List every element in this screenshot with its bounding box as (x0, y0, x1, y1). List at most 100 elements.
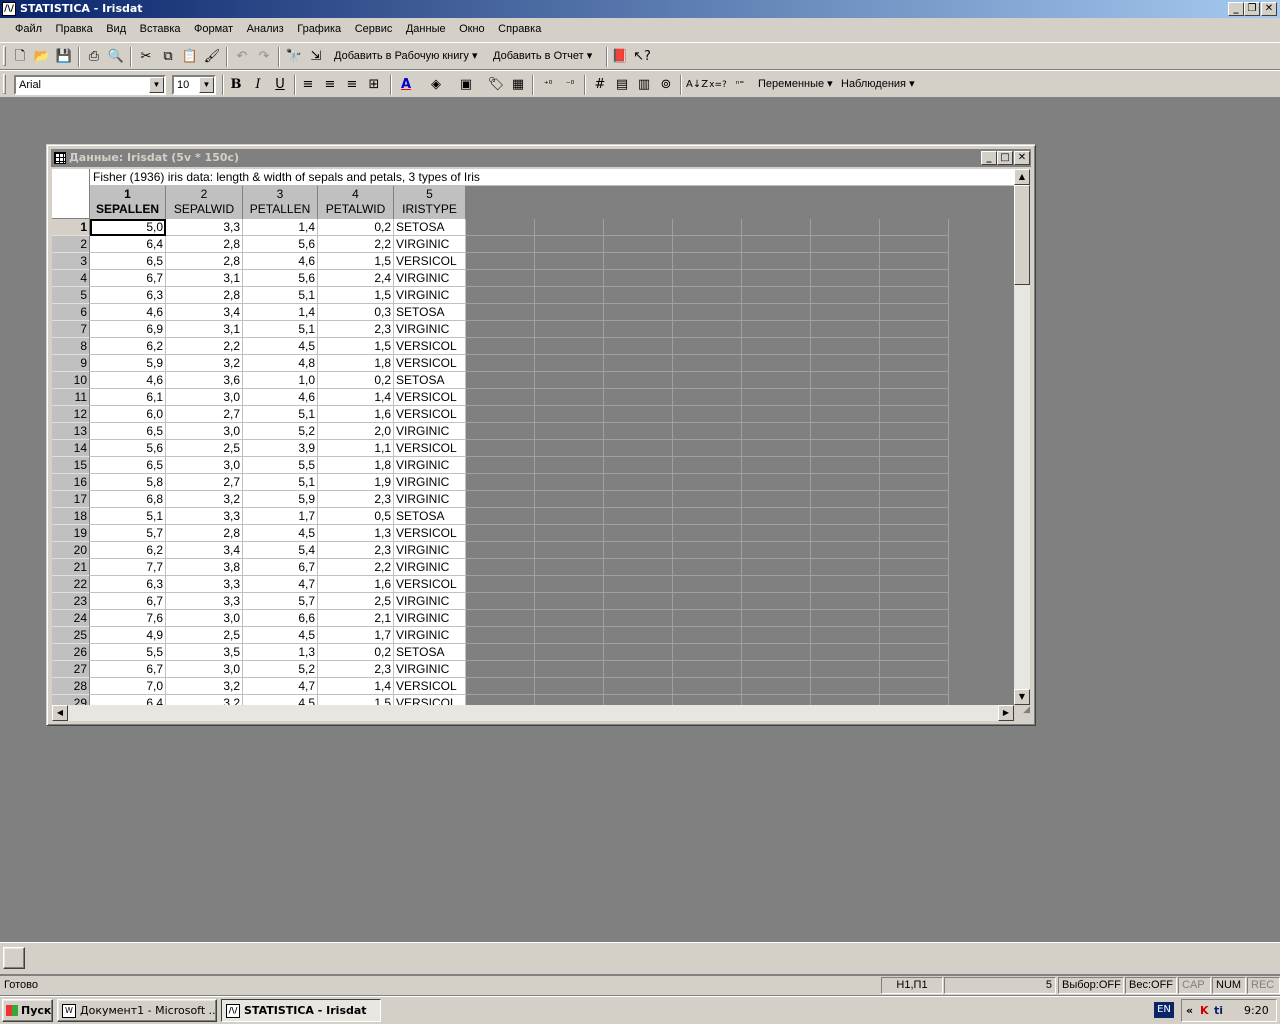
empty-cell[interactable] (466, 457, 535, 474)
goto-icon[interactable]: ⇲ (306, 47, 326, 67)
empty-cell[interactable] (604, 440, 673, 457)
empty-cell[interactable] (604, 610, 673, 627)
empty-cell[interactable] (535, 287, 604, 304)
empty-cell[interactable] (535, 423, 604, 440)
row-header[interactable]: 27 (52, 661, 90, 678)
row-header[interactable]: 23 (52, 593, 90, 610)
column-header[interactable]: 2 SEPALWID (166, 186, 243, 219)
data-cell[interactable]: 3,1 (166, 270, 243, 287)
empty-cell[interactable] (535, 253, 604, 270)
data-cell[interactable]: 5,1 (90, 508, 166, 525)
bold-icon[interactable]: B (226, 75, 246, 95)
data-cell[interactable]: 2,5 (166, 627, 243, 644)
data-cell[interactable]: 1,6 (318, 406, 394, 423)
data-cell[interactable]: 1,4 (318, 389, 394, 406)
align-right-icon[interactable]: ≡ (342, 75, 362, 95)
vertical-scroll-thumb[interactable] (1014, 185, 1030, 285)
data-cell[interactable]: 1,5 (318, 338, 394, 355)
table-row[interactable]: 2 6,4 2,8 5,6 2,2 VIRGINIC (52, 236, 1014, 253)
data-cell[interactable]: 5,5 (243, 457, 318, 474)
data-cell[interactable]: 3,6 (166, 372, 243, 389)
data-cell[interactable]: 5,1 (243, 287, 318, 304)
data-cell[interactable]: 2,0 (318, 423, 394, 440)
data-cell[interactable]: 2,2 (166, 338, 243, 355)
data-cell[interactable]: 5,2 (243, 423, 318, 440)
empty-cell[interactable] (604, 253, 673, 270)
empty-cell[interactable] (466, 253, 535, 270)
data-cell[interactable]: 1,4 (318, 678, 394, 695)
row-header[interactable]: 15 (52, 457, 90, 474)
empty-cell[interactable] (811, 253, 880, 270)
empty-cell[interactable] (604, 355, 673, 372)
row-header[interactable]: 8 (52, 338, 90, 355)
scroll-right-icon[interactable]: ▶ (998, 705, 1014, 721)
data-cell[interactable]: VIRGINIC (394, 287, 466, 304)
data-cell[interactable]: 2,3 (318, 491, 394, 508)
help-pointer-icon[interactable]: ↖? (632, 47, 652, 67)
undo-icon[interactable]: ↶ (232, 47, 252, 67)
data-cell[interactable]: 3,8 (166, 559, 243, 576)
empty-cell[interactable] (811, 440, 880, 457)
data-cell[interactable]: 5,7 (90, 525, 166, 542)
empty-cell[interactable] (811, 236, 880, 253)
table-row[interactable]: 21 7,7 3,8 6,7 2,2 VIRGINIC (52, 559, 1014, 576)
empty-cell[interactable] (466, 695, 535, 705)
empty-cell[interactable] (604, 593, 673, 610)
empty-cell[interactable] (880, 440, 949, 457)
empty-cell[interactable] (466, 627, 535, 644)
table-row[interactable]: 19 5,7 2,8 4,5 1,3 VERSICOL (52, 525, 1014, 542)
table-row[interactable]: 1 5,0 3,3 1,4 0,2 SETOSA (52, 219, 1014, 236)
empty-cell[interactable] (604, 525, 673, 542)
empty-cell[interactable] (742, 610, 811, 627)
data-cell[interactable]: 1,4 (243, 304, 318, 321)
empty-cell[interactable] (673, 542, 742, 559)
empty-cell[interactable] (880, 661, 949, 678)
empty-cell[interactable] (742, 644, 811, 661)
data-cell[interactable]: VIRGINIC (394, 610, 466, 627)
empty-cell[interactable] (673, 644, 742, 661)
data-cell[interactable]: SETOSA (394, 372, 466, 389)
data-cell[interactable]: VIRGINIC (394, 627, 466, 644)
column-header[interactable]: 1 SEPALLEN (90, 186, 166, 219)
empty-cell[interactable] (742, 321, 811, 338)
data-cell[interactable]: VIRGINIC (394, 236, 466, 253)
data-cell[interactable]: 4,7 (243, 576, 318, 593)
empty-cell[interactable] (880, 389, 949, 406)
empty-cell[interactable] (604, 678, 673, 695)
empty-cell[interactable] (880, 559, 949, 576)
data-cell[interactable]: VERSICOL (394, 695, 466, 705)
empty-cell[interactable] (604, 406, 673, 423)
empty-cell[interactable] (466, 372, 535, 389)
table-row[interactable]: 11 6,1 3,0 4,6 1,4 VERSICOL (52, 389, 1014, 406)
empty-cell[interactable] (466, 525, 535, 542)
empty-cell[interactable] (535, 355, 604, 372)
empty-cell[interactable] (535, 542, 604, 559)
data-cell[interactable]: 4,8 (243, 355, 318, 372)
book-icon[interactable]: 📕 (610, 47, 630, 67)
row-header[interactable]: 18 (52, 508, 90, 525)
table-row[interactable]: 23 6,7 3,3 5,7 2,5 VIRGINIC (52, 593, 1014, 610)
table-row[interactable]: 18 5,1 3,3 1,7 0,5 SETOSA (52, 508, 1014, 525)
data-cell[interactable]: 1,5 (318, 695, 394, 705)
empty-cell[interactable] (673, 236, 742, 253)
empty-cell[interactable] (880, 287, 949, 304)
cut-icon[interactable]: ✂ (136, 47, 156, 67)
empty-cell[interactable] (604, 287, 673, 304)
empty-cell[interactable] (466, 661, 535, 678)
table-row[interactable]: 24 7,6 3,0 6,6 2,1 VIRGINIC (52, 610, 1014, 627)
menu-format[interactable]: Формат (189, 21, 238, 37)
data-cell[interactable]: 5,9 (243, 491, 318, 508)
data-cell[interactable]: 2,4 (318, 270, 394, 287)
data-cell[interactable]: 2,3 (318, 661, 394, 678)
table-row[interactable]: 10 4,6 3,6 1,0 0,2 SETOSA (52, 372, 1014, 389)
data-cell[interactable]: 2,8 (166, 525, 243, 542)
empty-cell[interactable] (880, 253, 949, 270)
empty-cell[interactable] (673, 270, 742, 287)
cell-format-icon[interactable]: ⊞ (364, 75, 384, 95)
empty-cell[interactable] (673, 457, 742, 474)
data-cell[interactable]: 3,0 (166, 423, 243, 440)
empty-cell[interactable] (535, 440, 604, 457)
empty-cell[interactable] (880, 457, 949, 474)
text-labels-icon[interactable]: ⊚ (656, 75, 676, 95)
format-painter-icon[interactable]: 🖌 (202, 47, 222, 67)
